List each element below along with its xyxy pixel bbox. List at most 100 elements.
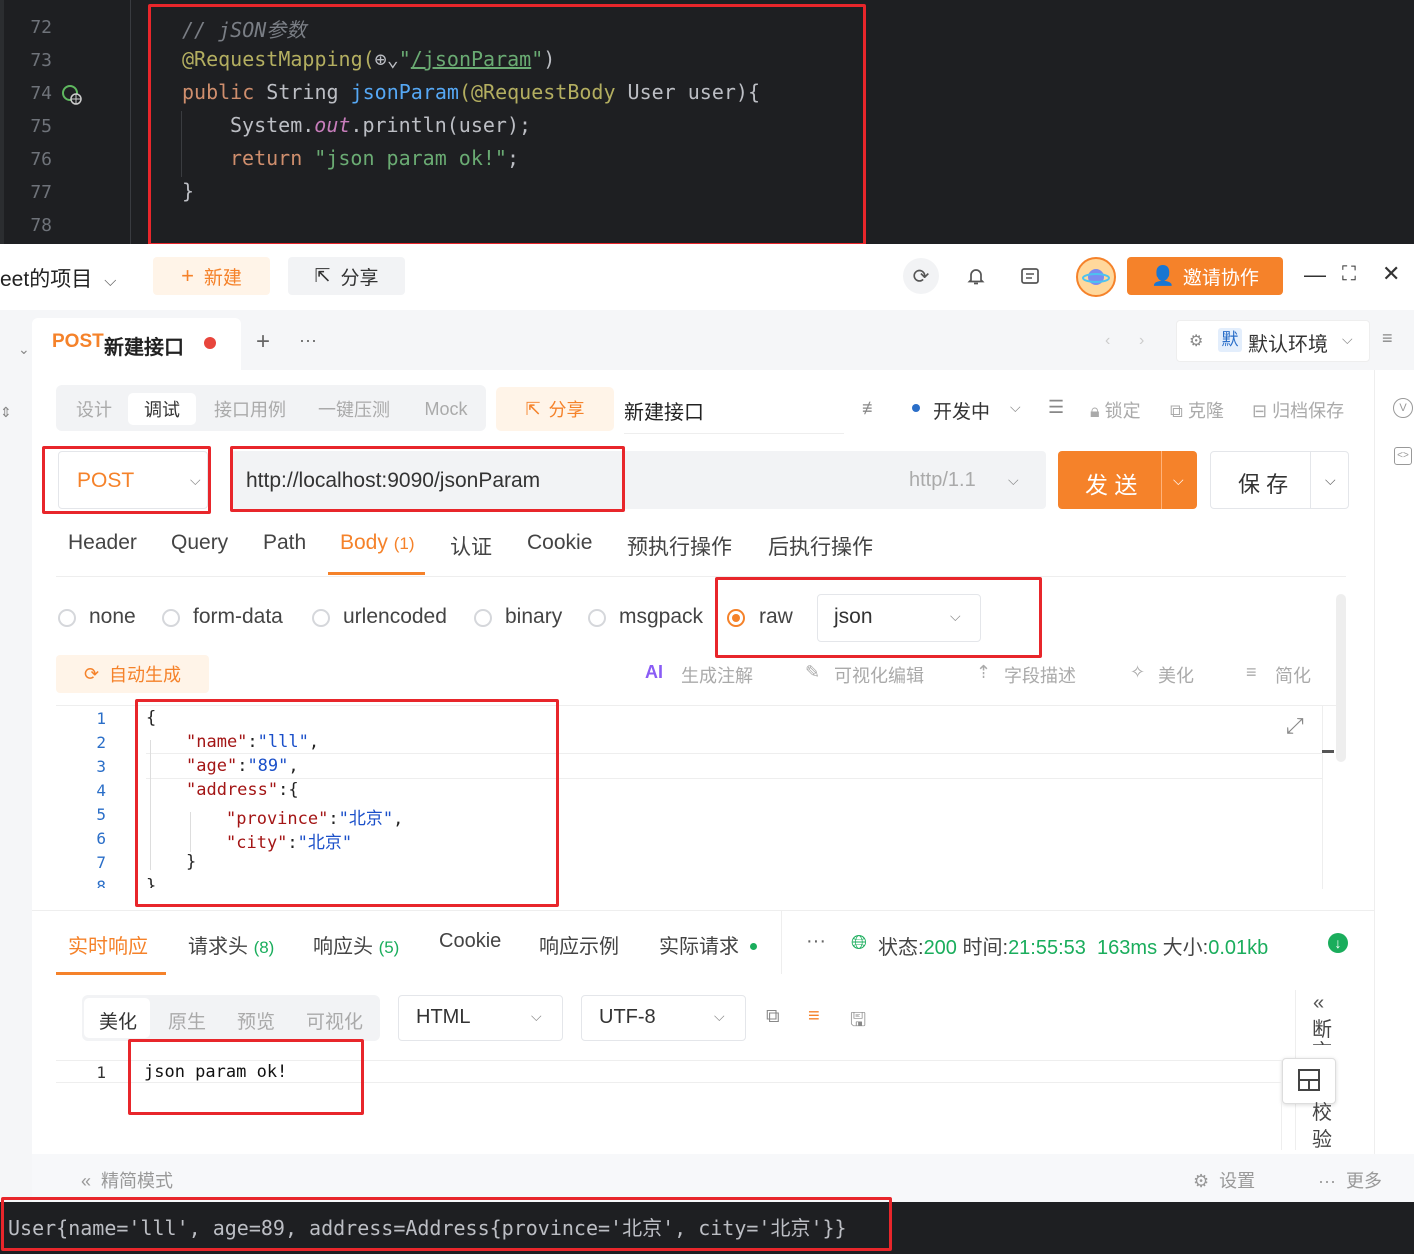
more-label: 更多 — [1346, 1171, 1382, 1191]
tab-live-response[interactable]: 实时响应 — [68, 930, 148, 959]
label-binary: binary — [505, 605, 563, 628]
tab-request-headers[interactable]: 请求头 (8) — [188, 930, 274, 959]
field-desc-button[interactable]: 字段描述 — [1004, 662, 1076, 688]
share-button[interactable]: ⇱ 分享 — [288, 257, 405, 295]
label-none: none — [89, 605, 136, 628]
maximize-icon[interactable]: ⛶ — [1342, 263, 1356, 286]
bell-icon[interactable] — [958, 258, 994, 294]
code-icon[interactable]: <> — [1394, 447, 1412, 465]
tab-response-example[interactable]: 响应示例 — [539, 930, 619, 959]
tab-auth[interactable]: 认证 — [450, 531, 492, 561]
tab-debug[interactable]: 调试 — [128, 393, 196, 425]
notes-icon[interactable] — [1012, 258, 1048, 294]
lock-button[interactable]: 🔒︎ 锁定 — [1090, 397, 1141, 423]
collapse-icon[interactable]: « — [1313, 992, 1324, 1015]
chevron-down-icon[interactable]: ⌄ — [18, 341, 30, 358]
status-select[interactable]: 开发中 — [933, 397, 990, 424]
radio-urlencoded[interactable] — [312, 609, 330, 627]
tab-body[interactable]: Body (1) — [340, 531, 415, 555]
radio-msgpack[interactable] — [588, 609, 606, 627]
tab-test-cases[interactable]: 接口用例 — [204, 393, 296, 425]
api-name-field[interactable]: 新建接口 — [624, 396, 844, 434]
expand-icon[interactable]: ⤢ — [1286, 713, 1304, 739]
visual-edit-button[interactable]: 可视化编辑 — [834, 662, 924, 688]
archive-button[interactable]: ⊟ 归档保存 — [1252, 397, 1344, 423]
protocol-select[interactable]: http/1.1 — [909, 469, 976, 492]
expand-icon[interactable]: ⇕ — [0, 404, 12, 421]
tab-title: 新建接口 — [104, 337, 184, 359]
gen-comment-button[interactable]: 生成注解 — [681, 662, 753, 688]
active-tab-underline — [328, 572, 425, 575]
view-visual[interactable]: 可视化 — [306, 1007, 363, 1034]
view-preview[interactable]: 预览 — [237, 1007, 275, 1034]
chevron-down-icon: ⌵ — [714, 1008, 725, 1024]
environment-badge: 默 — [1218, 328, 1242, 352]
radio-binary[interactable] — [474, 609, 492, 627]
editor-line-number: 7 — [96, 853, 106, 872]
edit-icon[interactable]: ≢ — [862, 398, 880, 419]
settings-button[interactable]: ⚙ 设置 — [1193, 1167, 1255, 1193]
sync-icon[interactable]: ⟳ — [903, 258, 939, 294]
auto-generate-label: 自动生成 — [109, 665, 182, 685]
check-label[interactable]: 校验 — [1312, 1100, 1334, 1154]
more-button[interactable]: ··· 更多 — [1318, 1167, 1382, 1193]
view-raw[interactable]: 原生 — [168, 1007, 206, 1034]
simplify-button[interactable]: 简化 — [1275, 662, 1311, 688]
share-doc-button[interactable]: ⇱ 分享 — [496, 387, 614, 431]
menu-icon[interactable]: ≡ — [1382, 328, 1393, 349]
tab-post-script[interactable]: 后执行操作 — [768, 531, 873, 561]
tab-response-headers[interactable]: 响应头 (5) — [313, 930, 399, 959]
copy-icon[interactable]: ⧉ — [766, 1006, 780, 1028]
highlight-box-method — [42, 446, 211, 514]
save-options-icon[interactable]: ⌵ — [1325, 472, 1336, 489]
tab-response-cookie[interactable]: Cookie — [439, 930, 501, 953]
add-tab-icon[interactable]: + — [256, 328, 270, 356]
radio-none[interactable] — [58, 609, 76, 627]
minimize-icon[interactable]: — — [1304, 262, 1326, 288]
response-more-icon[interactable]: ··· — [806, 930, 826, 953]
project-name[interactable]: eet的项目 ⌵ — [0, 263, 116, 293]
tab-next-icon[interactable]: › — [1139, 332, 1144, 350]
collapse-icon: « — [81, 1171, 92, 1191]
scrollbar[interactable] — [1336, 594, 1346, 762]
radio-form-data[interactable] — [162, 609, 180, 627]
more-icon[interactable]: ··· — [299, 330, 317, 351]
tab-actual-request[interactable]: 实际请求 — [659, 930, 739, 959]
highlight-box-console — [1, 1197, 892, 1251]
align-icon[interactable]: ☰ — [1048, 397, 1064, 418]
tab-cookie[interactable]: Cookie — [527, 531, 592, 555]
beautify-button[interactable]: 美化 — [1158, 662, 1194, 688]
save-file-icon[interactable]: 🖫 — [850, 1006, 866, 1038]
auto-generate-button[interactable]: ⟳ 自动生成 — [56, 655, 209, 693]
close-icon[interactable]: ✕ — [1382, 261, 1400, 287]
endpoint-globe-icon[interactable] — [61, 84, 82, 105]
ide-line-number: 74 — [30, 83, 52, 104]
wrap-icon[interactable]: ≡ — [808, 1005, 820, 1028]
tab-mock[interactable]: Mock — [416, 393, 476, 425]
status-code: 200 — [923, 937, 957, 959]
tab-prev-icon[interactable]: ‹ — [1105, 332, 1110, 350]
tab-path[interactable]: Path — [263, 531, 306, 555]
clone-button[interactable]: ⧉ 克隆 — [1170, 397, 1224, 423]
share-icon: ⇱ — [525, 398, 541, 419]
layout-toggle-button[interactable] — [1282, 1058, 1336, 1104]
send-options-icon[interactable]: ⌵ — [1173, 472, 1184, 489]
assert-label[interactable]: 断言 — [1312, 1019, 1334, 1045]
download-icon[interactable]: ↓ — [1328, 933, 1348, 953]
share-doc-label: 分享 — [548, 400, 585, 420]
tab-load-test[interactable]: 一键压测 — [308, 393, 400, 425]
check-icon[interactable]: V — [1393, 398, 1413, 418]
chevron-down-icon: ⌵ — [1010, 399, 1021, 415]
format-value: HTML — [416, 1006, 471, 1028]
tab-design[interactable]: 设计 — [66, 393, 122, 425]
tab-pre-script[interactable]: 预执行操作 — [627, 531, 732, 561]
new-button[interactable]: + 新建 — [153, 257, 270, 295]
tab-method: POST — [52, 331, 104, 352]
compact-mode-button[interactable]: « 精简模式 — [81, 1167, 173, 1193]
invite-button[interactable]: 👤 邀请协作 — [1127, 257, 1283, 295]
view-beautify[interactable]: 美化 — [99, 1007, 137, 1034]
globe-icon: 🌐︎ — [851, 932, 867, 954]
avatar[interactable] — [1076, 257, 1116, 297]
tab-query[interactable]: Query — [171, 531, 228, 555]
tab-header[interactable]: Header — [68, 531, 137, 555]
